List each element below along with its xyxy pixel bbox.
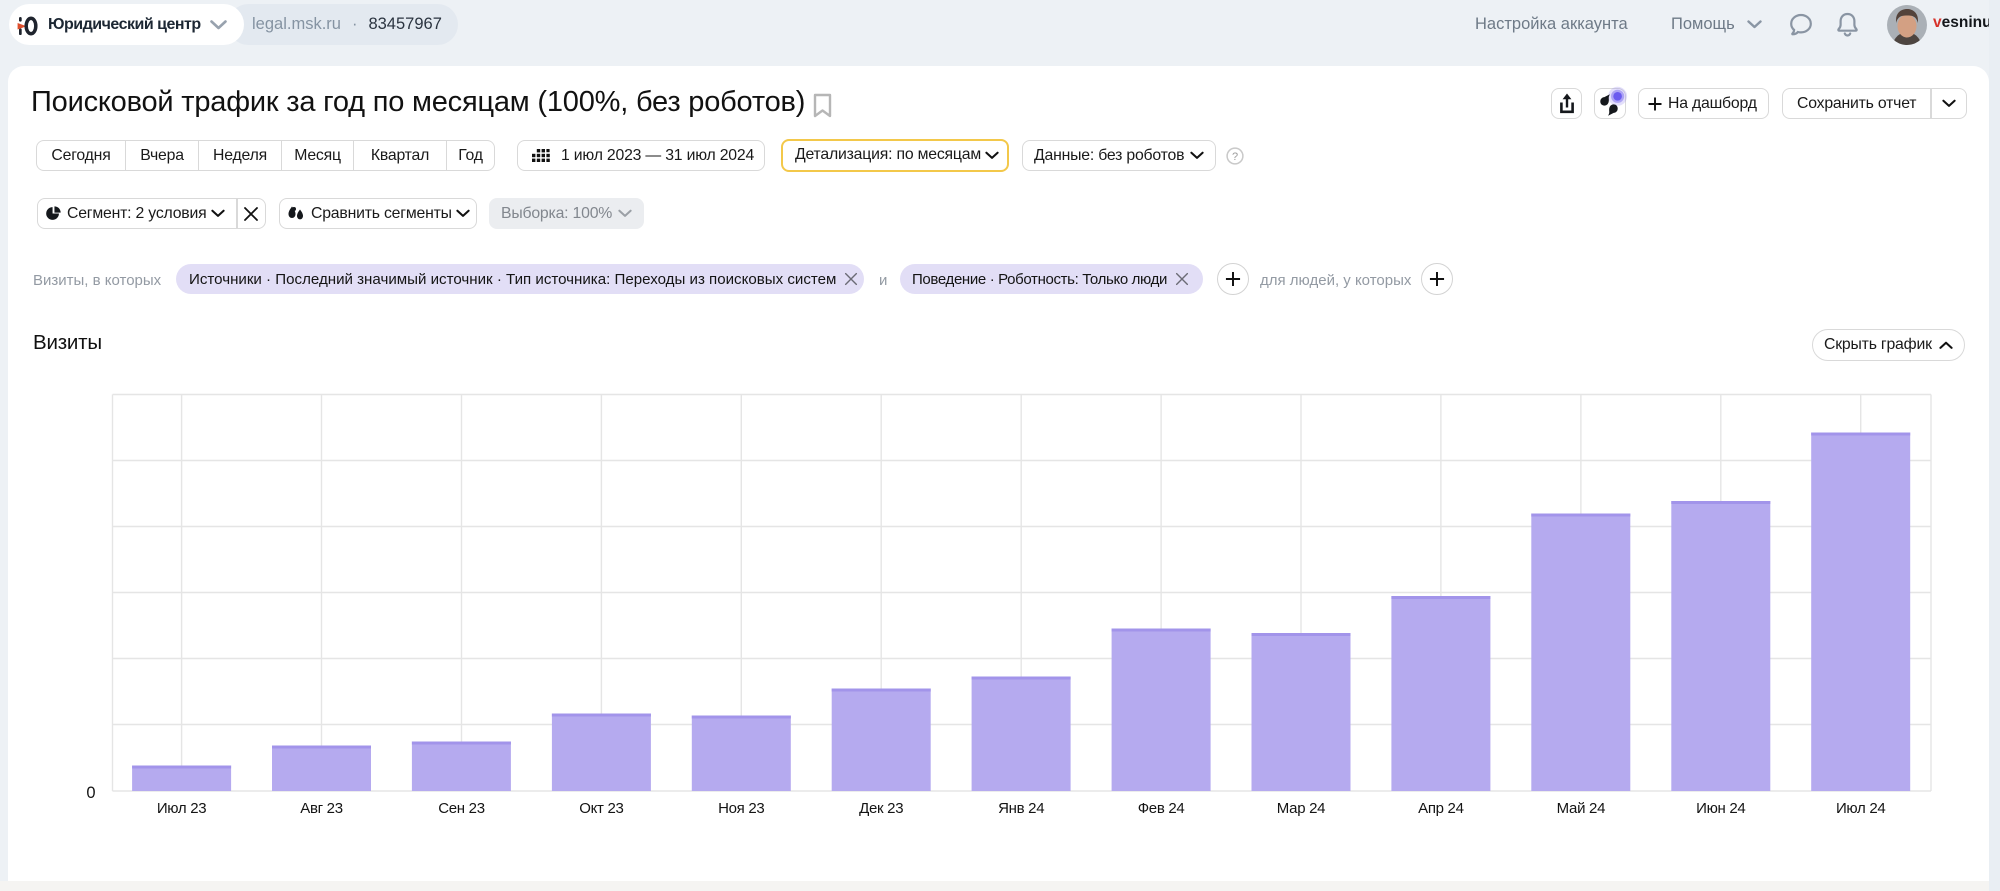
- svg-text:Апр 24: Апр 24: [1418, 800, 1464, 817]
- svg-text:Ноя 23: Ноя 23: [718, 800, 764, 817]
- svg-text:Фев 24: Фев 24: [1138, 800, 1185, 817]
- svg-text:Мар 24: Мар 24: [1277, 800, 1325, 817]
- svg-text:Авг 23: Авг 23: [300, 800, 343, 817]
- svg-text:Июл 24: Июл 24: [1836, 800, 1886, 817]
- svg-text:Июн 24: Июн 24: [1696, 800, 1745, 817]
- svg-text:Май 24: Май 24: [1557, 800, 1605, 817]
- svg-text:Сен 23: Сен 23: [438, 800, 485, 817]
- svg-text:Дек 23: Дек 23: [859, 800, 903, 817]
- svg-text:0: 0: [86, 784, 95, 802]
- svg-text:Июл 23: Июл 23: [157, 800, 207, 817]
- svg-text:Окт 23: Окт 23: [579, 800, 623, 817]
- svg-text:Янв 24: Янв 24: [998, 800, 1044, 817]
